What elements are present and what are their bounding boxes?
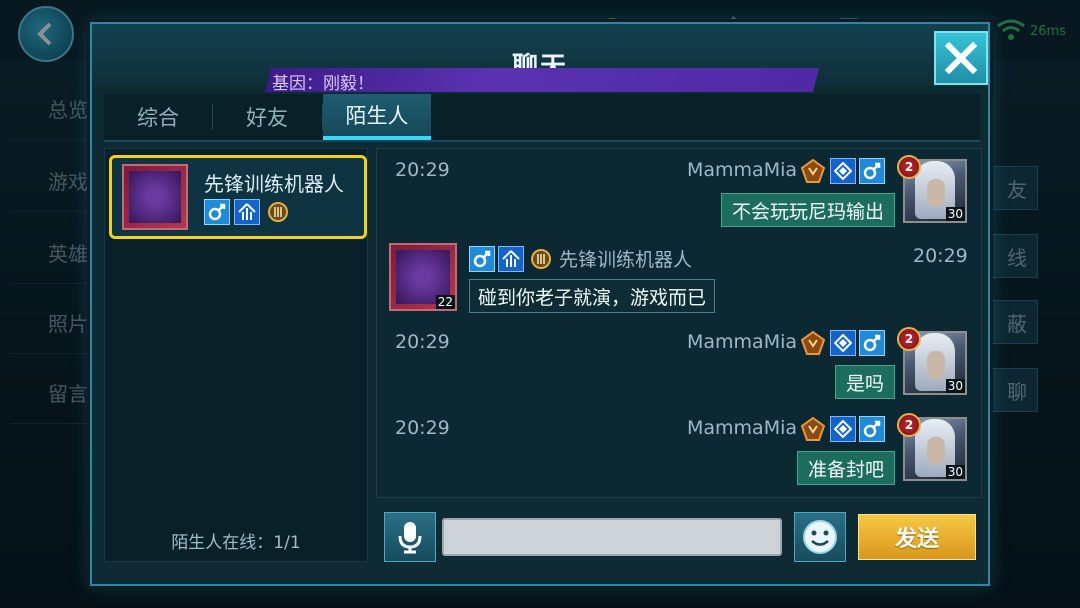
smiley-icon bbox=[803, 520, 837, 554]
male-icon bbox=[859, 416, 885, 442]
contact-name: 先锋训练机器人 bbox=[204, 172, 344, 196]
send-button[interactable]: 发送 bbox=[858, 514, 976, 560]
sender-name: 先锋训练机器人 bbox=[559, 249, 693, 271]
chat-tab-bar: 综合 好友 陌生人 bbox=[104, 94, 980, 142]
contact-avatar bbox=[122, 164, 188, 230]
message-bubble: 是吗 bbox=[834, 365, 895, 399]
medal-icon bbox=[799, 415, 827, 443]
contact-list: 先锋训练机器人 陌生人在线：1/1 bbox=[104, 148, 368, 562]
rank-icon bbox=[234, 199, 260, 225]
message-list: 20:29 MammaMia 不会玩玩尼玛输出 30 2 22 先锋训练机器人 … bbox=[376, 148, 982, 498]
close-button[interactable] bbox=[934, 31, 988, 85]
medal-icon bbox=[264, 198, 292, 226]
contact-badges bbox=[204, 198, 292, 226]
sender-name: MammaMia bbox=[687, 159, 798, 181]
sender-badges bbox=[799, 329, 885, 357]
emoji-button[interactable] bbox=[794, 512, 846, 562]
contact-item-selected[interactable]: 先锋训练机器人 bbox=[109, 155, 367, 239]
hero-face bbox=[927, 351, 945, 379]
medal-icon bbox=[527, 245, 555, 273]
tab-general[interactable]: 综合 bbox=[104, 94, 212, 140]
male-icon bbox=[859, 330, 885, 356]
male-icon bbox=[204, 199, 230, 225]
notification-badge: 2 bbox=[897, 327, 921, 351]
message-bubble: 不会玩玩尼玛输出 bbox=[720, 193, 895, 227]
level-badge: 30 bbox=[945, 465, 965, 479]
close-icon bbox=[944, 41, 978, 75]
message-bubble: 碰到你老子就演，游戏而已 bbox=[469, 279, 716, 313]
sender-badges bbox=[799, 157, 885, 185]
online-count: 陌生人在线：1/1 bbox=[171, 533, 301, 553]
notification-badge: 2 bbox=[897, 413, 921, 437]
rank-icon bbox=[498, 246, 524, 272]
sender-name: MammaMia bbox=[687, 331, 798, 353]
message-time: 20:29 bbox=[913, 245, 968, 267]
sender-badges bbox=[799, 415, 885, 443]
medal-icon bbox=[799, 157, 827, 185]
message-time: 20:29 bbox=[395, 159, 450, 181]
sender-name: MammaMia bbox=[687, 417, 798, 439]
male-icon bbox=[859, 158, 885, 184]
contact-avatar[interactable]: 22 bbox=[389, 243, 457, 311]
level-badge: 22 bbox=[435, 295, 455, 309]
message-bubble: 准备封吧 bbox=[796, 451, 895, 485]
moon-emblem-icon bbox=[129, 171, 181, 223]
medal-icon bbox=[799, 329, 827, 357]
male-icon bbox=[469, 246, 495, 272]
hero-face bbox=[927, 437, 945, 465]
broadcast-text: 基因：刚毅！ bbox=[272, 74, 374, 94]
hero-face bbox=[927, 179, 945, 207]
level-badge: 30 bbox=[945, 379, 965, 393]
tab-strangers[interactable]: 陌生人 bbox=[323, 94, 431, 140]
level-badge: 30 bbox=[945, 207, 965, 221]
sender-badges bbox=[469, 245, 555, 273]
rank-icon bbox=[830, 416, 856, 442]
chat-dialog: 聊天 基因：刚毅！ 综合 好友 陌生人 先锋训练机器人 陌生人在线：1/1 20… bbox=[90, 22, 990, 586]
message-time: 20:29 bbox=[395, 417, 450, 439]
notification-badge: 2 bbox=[897, 155, 921, 179]
rank-icon bbox=[830, 330, 856, 356]
tab-friends[interactable]: 好友 bbox=[213, 94, 321, 140]
voice-button[interactable] bbox=[384, 512, 436, 562]
rank-icon bbox=[830, 158, 856, 184]
message-time: 20:29 bbox=[395, 331, 450, 353]
microphone-icon bbox=[398, 522, 422, 554]
message-input[interactable] bbox=[442, 518, 782, 556]
